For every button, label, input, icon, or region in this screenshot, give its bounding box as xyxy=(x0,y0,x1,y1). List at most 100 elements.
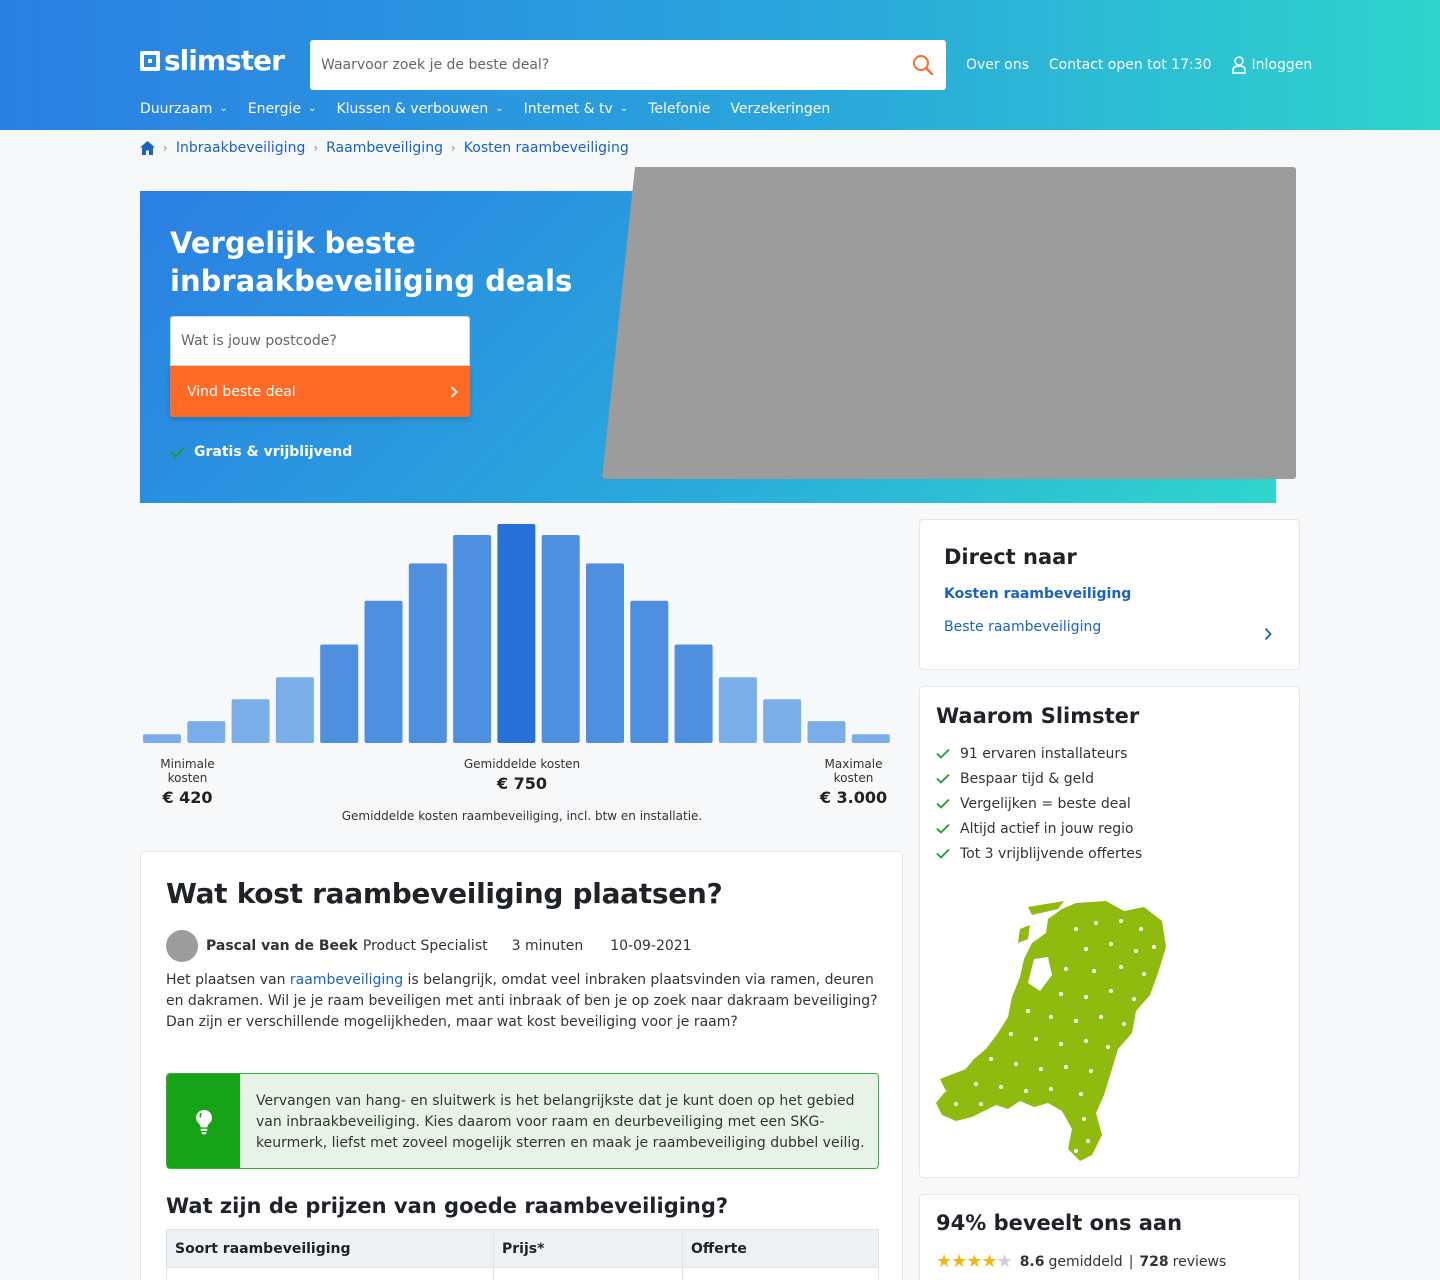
why-item-label: 91 ervaren installateurs xyxy=(960,745,1128,762)
review-label: reviews xyxy=(1172,1253,1227,1270)
direct-to-title: Direct naar xyxy=(944,545,1077,569)
logo-mark-icon xyxy=(140,51,160,71)
why-item-label: Tot 3 vrijblijvende offertes xyxy=(960,845,1143,862)
max-cost-caption: Maximale kosten xyxy=(824,757,883,785)
chart-bar xyxy=(187,721,226,743)
avg-cost-value: € 750 xyxy=(496,774,548,793)
chart-bar xyxy=(453,535,492,743)
netherlands-map-icon xyxy=(936,901,1166,1161)
max-cost-label: Maximale kosten € 3.000 xyxy=(803,757,904,807)
intro-text: Het plaatsen van xyxy=(166,972,290,988)
table-cell xyxy=(682,1267,879,1280)
table-cell xyxy=(493,1267,683,1280)
author-name[interactable]: Pascal van de Beek xyxy=(206,938,358,954)
home-icon[interactable] xyxy=(140,141,155,155)
check-icon xyxy=(936,823,950,834)
list-item: Vergelijken = beste deal xyxy=(936,791,1142,816)
nav-label: Energie xyxy=(247,101,302,117)
nav-item-klussen[interactable]: Klussen & verbouwen ⌄ xyxy=(336,101,503,117)
nav-label: Klussen & verbouwen xyxy=(336,101,489,117)
postcode-input[interactable] xyxy=(171,317,469,365)
user-icon xyxy=(1231,56,1246,74)
why-item-label: Altijd actief in jouw regio xyxy=(960,820,1134,837)
nav-item-duurzaam[interactable]: Duurzaam ⌄ xyxy=(140,101,228,117)
main-nav: Duurzaam ⌄ Energie ⌄ Klussen & verbouwen ⌄ … xyxy=(140,101,850,117)
hero-image xyxy=(602,167,1296,479)
search-icon[interactable] xyxy=(912,54,934,76)
tip-text: Vervangen van hang- en sluitwerk is het … xyxy=(256,1093,865,1151)
chart-bar xyxy=(763,699,802,743)
login-link[interactable]: Inloggen xyxy=(1231,56,1333,74)
check-icon xyxy=(936,798,950,809)
why-slimster-title: Waarom Slimster xyxy=(936,704,1140,728)
table-header-offer: Offerte xyxy=(682,1229,879,1268)
nav-item-energie[interactable]: Energie ⌄ xyxy=(248,101,317,117)
max-cost-value: € 3.000 xyxy=(819,788,888,807)
nav-label: Telefonie xyxy=(648,101,711,117)
chevron-down-icon: ⌄ xyxy=(619,102,629,114)
contact-link[interactable]: Contact open tot 17:30 xyxy=(1049,57,1212,73)
about-link[interactable]: Over ons xyxy=(966,57,1029,73)
list-item: Altijd actief in jouw regio xyxy=(936,816,1142,841)
chart-bars xyxy=(143,524,890,743)
chart-caption: Gemiddelde kosten raambeveiliging, incl.… xyxy=(341,809,703,823)
find-deal-button[interactable]: Vind beste deal xyxy=(170,366,470,417)
check-icon xyxy=(936,848,950,859)
chart-bar xyxy=(364,600,403,743)
direct-link-kosten[interactable]: Kosten raambeveiliging xyxy=(944,586,1131,602)
slimster-logo[interactable]: slimster xyxy=(140,46,285,76)
rating-label: gemiddeld xyxy=(1048,1253,1123,1270)
chevron-right-icon[interactable] xyxy=(1261,627,1275,641)
min-cost-value: € 420 xyxy=(162,788,213,807)
chevron-right-icon xyxy=(450,385,458,398)
why-item-label: Vergelijken = beste deal xyxy=(960,795,1131,812)
read-time: 3 minuten xyxy=(511,938,584,954)
rating-value: 8.6 xyxy=(1019,1253,1045,1270)
recommend-card: 94% beveelt ons aan ★★★★★ 8.6 gemiddeld … xyxy=(919,1194,1300,1280)
check-icon xyxy=(170,446,185,458)
table-header-type: Soort raambeveiliging xyxy=(166,1229,494,1268)
table-row xyxy=(166,1267,879,1280)
breadcrumb-item-current[interactable]: Kosten raambeveiliging xyxy=(464,140,629,156)
breadcrumb: › Inbraakbeveiliging › Raambeveiliging ›… xyxy=(140,140,629,156)
search-bar xyxy=(310,40,946,90)
divider: | xyxy=(1128,1253,1134,1270)
search-input[interactable] xyxy=(310,40,880,90)
top-links: Over ons Contact open tot 17:30 Inloggen xyxy=(966,56,1332,74)
nav-label: Duurzaam xyxy=(140,101,213,117)
chevron-down-icon: ⌄ xyxy=(495,102,504,114)
direct-link-beste[interactable]: Beste raambeveiliging xyxy=(944,619,1101,635)
rating-stars-icon: ★★★★★ xyxy=(936,1251,1013,1272)
article-card: Wat kost raambeveiliging plaatsen? Pasca… xyxy=(140,851,903,1280)
article-meta: Pascal van de Beek Product Specialist 3 … xyxy=(166,930,692,962)
author-role: Product Specialist xyxy=(362,938,488,954)
list-item: Tot 3 vrijblijvende offertes xyxy=(936,841,1142,866)
find-deal-label: Vind beste deal xyxy=(187,383,296,400)
tip-box: Vervangen van hang- en sluitwerk is het … xyxy=(166,1073,879,1169)
review-count: 728 xyxy=(1139,1253,1169,1270)
breadcrumb-item[interactable]: Inbraakbeveiliging xyxy=(176,140,306,156)
chart-bar xyxy=(586,563,624,743)
chart-bar xyxy=(630,600,669,743)
min-cost-caption: Minimale kosten xyxy=(160,757,215,785)
table-header-price: Prijs* xyxy=(493,1229,683,1268)
chart-bar xyxy=(320,644,359,743)
chart-bar xyxy=(275,677,314,743)
breadcrumb-item[interactable]: Raambeveiliging xyxy=(326,140,443,156)
chart-bar xyxy=(408,563,447,743)
nav-item-internet-tv[interactable]: Internet & tv ⌄ xyxy=(524,101,629,117)
table-header-row: Soort raambeveiliging Prijs* Offerte xyxy=(166,1229,879,1268)
usp-label: Gratis & vrijblijvend xyxy=(194,444,353,460)
why-list: 91 ervaren installateurs Bespaar tijd & … xyxy=(936,741,1142,866)
direct-to-card: Direct naar Kosten raambeveiliging Beste… xyxy=(919,519,1300,670)
prices-heading: Wat zijn de prijzen van goede raambeveil… xyxy=(166,1194,729,1218)
raambeveiliging-link[interactable]: raambeveiliging xyxy=(290,972,403,988)
chart-bar xyxy=(851,734,890,743)
nav-item-telefonie[interactable]: Telefonie xyxy=(648,101,710,117)
avg-cost-label: Gemiddelde kosten € 750 xyxy=(457,757,587,793)
nav-item-verzekeringen[interactable]: Verzekeringen xyxy=(730,101,830,117)
cost-distribution-chart xyxy=(140,520,904,744)
breadcrumb-separator-icon: › xyxy=(450,141,456,155)
site-header: slimster Over ons Contact open tot 17:30… xyxy=(0,0,1440,130)
chevron-down-icon: ⌄ xyxy=(308,102,317,114)
